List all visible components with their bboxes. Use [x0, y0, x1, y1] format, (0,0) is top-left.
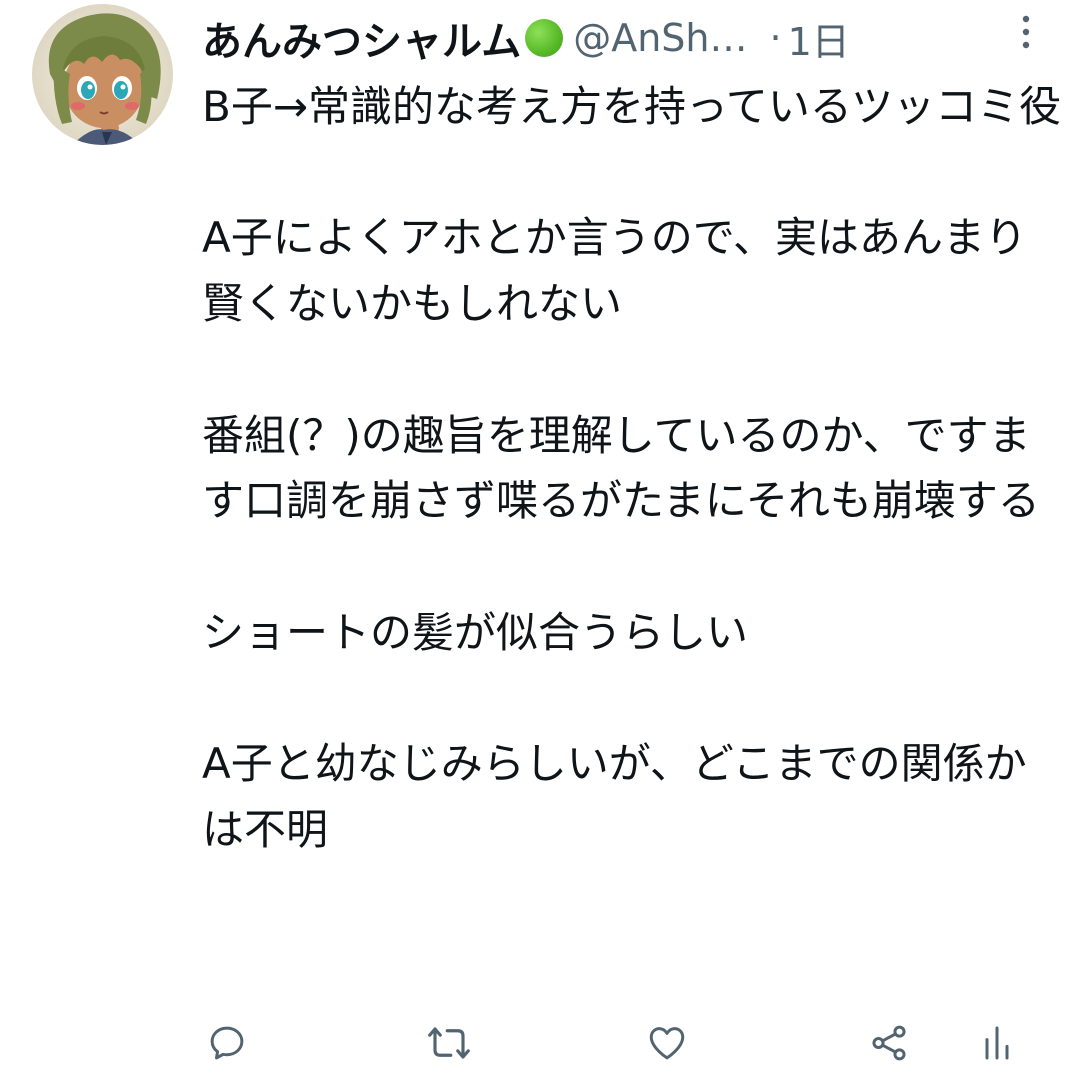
speech-bubble-icon: [210, 1026, 244, 1060]
share-icon: [872, 1025, 906, 1061]
reply-button[interactable]: [202, 1018, 252, 1068]
avatar-image: [32, 4, 173, 145]
separator: ·: [769, 16, 782, 60]
display-name[interactable]: あんみつシャルム: [202, 9, 521, 67]
analytics-button[interactable]: [972, 1018, 1022, 1068]
tweet-actions: [202, 1018, 1032, 1068]
user-handle[interactable]: @AnSh…: [573, 16, 747, 60]
like-button[interactable]: [642, 1018, 692, 1068]
tweet-text: B子→常識的な考え方を持っているツッコミ役 A子によくアホとか言うので、実はあん…: [202, 82, 1062, 854]
more-options-button[interactable]: [1012, 10, 1040, 54]
heart-icon: [649, 1027, 685, 1060]
avatar[interactable]: [32, 4, 173, 145]
vertical-dots-icon: [1022, 15, 1030, 49]
timestamp[interactable]: 1日: [788, 11, 850, 66]
tweet: あんみつシャルム @AnSh… · 1日 B子→常識的な考え方を持っているツッコ…: [0, 0, 1079, 1075]
share-button[interactable]: [864, 1018, 914, 1068]
tweet-header: あんみつシャルム @AnSh… · 1日: [202, 8, 1042, 68]
retweet-button[interactable]: [424, 1018, 474, 1068]
bar-chart-icon: [985, 1026, 1009, 1060]
green-circle-icon: [525, 19, 564, 57]
retweet-icon: [428, 1027, 470, 1059]
